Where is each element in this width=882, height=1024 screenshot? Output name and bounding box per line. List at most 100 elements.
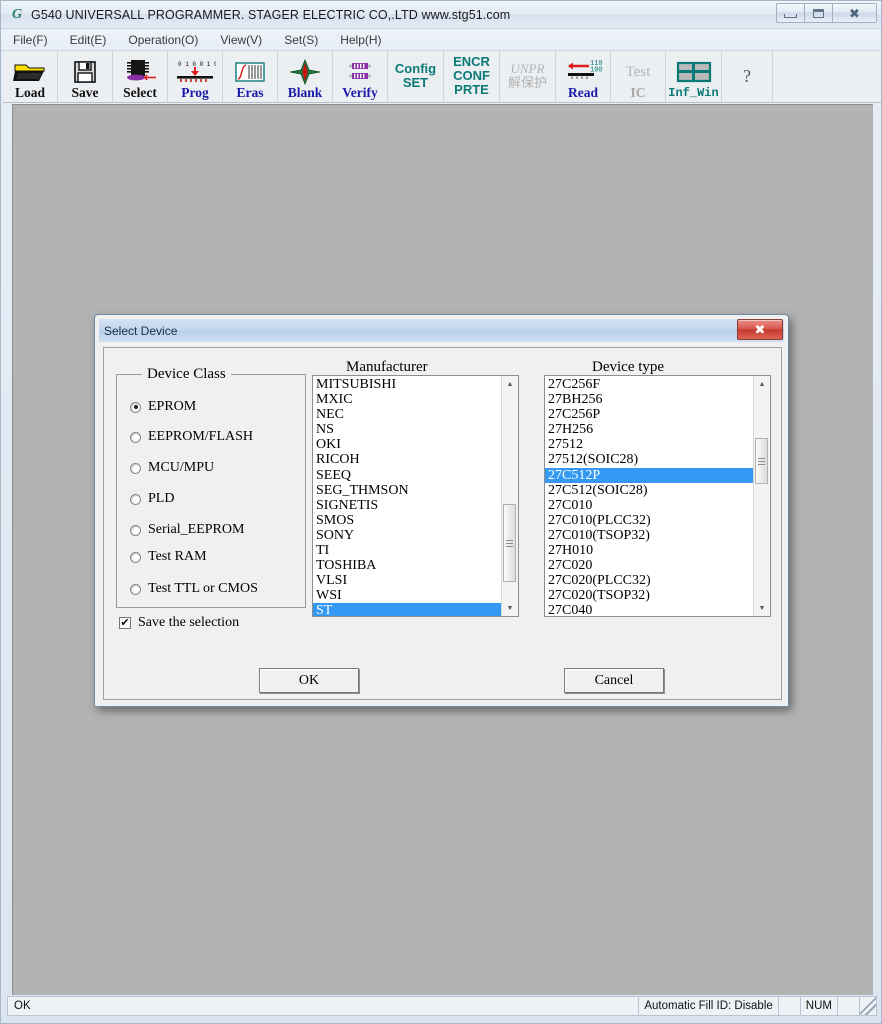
dialog-close-button[interactable]: ✖ xyxy=(737,319,783,340)
list-item[interactable]: 27C010 xyxy=(547,498,753,513)
list-item[interactable]: 27C512(SOIC28) xyxy=(547,483,753,498)
list-item[interactable]: 27H256 xyxy=(547,422,753,437)
list-item[interactable]: 27512 xyxy=(547,437,753,452)
toolbar-button-prog[interactable]: 0 1 0 0 1 0 Prog xyxy=(168,51,223,102)
manufacturer-listbox[interactable]: MITSUBISHI MXIC NEC NS OKI RICOH SEEQ SE… xyxy=(312,375,519,617)
radio-label-pld: PLD xyxy=(148,491,175,506)
resize-grip[interactable] xyxy=(859,997,876,1015)
toolbar-button-save[interactable]: Save xyxy=(58,51,113,102)
scroll-down-icon[interactable]: ▼ xyxy=(502,600,518,616)
list-item[interactable]: 27C020(PLCC32) xyxy=(547,573,753,588)
list-item[interactable]: 27C040 xyxy=(547,603,753,616)
dialog-body: Manufacturer Device type Device Class EP… xyxy=(103,347,782,700)
menu-bar: File(F) Edit(E) Operation(O) View(V) Set… xyxy=(1,29,881,51)
menu-item-operation[interactable]: Operation(O) xyxy=(128,31,208,49)
scroll-up-icon[interactable]: ▲ xyxy=(502,376,518,392)
list-item[interactable]: VLSI xyxy=(315,573,501,588)
toolbar-button-verify[interactable]: Verify xyxy=(333,51,388,102)
toolbar-button-inf-win[interactable]: Inf_Win xyxy=(666,51,722,102)
dialog-title-bar: Select Device ✖ xyxy=(99,319,784,342)
ok-button[interactable]: OK xyxy=(259,668,359,693)
toolbar-button-load[interactable]: Load xyxy=(3,51,58,102)
status-pane-spacer-1 xyxy=(777,997,800,1015)
cancel-button[interactable]: Cancel xyxy=(564,668,664,693)
close-button[interactable]: ✖ xyxy=(832,3,877,23)
list-item[interactable]: SIGNETIS xyxy=(315,498,501,513)
list-item[interactable]: TOSHIBA xyxy=(315,558,501,573)
maximize-icon xyxy=(813,8,824,18)
list-item[interactable]: 27C010(PLCC32) xyxy=(547,513,753,528)
radio-label-mcu-mpu: MCU/MPU xyxy=(148,460,215,475)
info-window-icon xyxy=(666,59,721,85)
radio-label-test-ttl-cmos: Test TTL or CMOS xyxy=(148,581,258,596)
toolbar-button-select[interactable]: Select xyxy=(113,51,168,102)
toolbar-button-encrypt[interactable]: ENCR CONF PRTE xyxy=(444,51,500,102)
list-item-selected[interactable]: ST xyxy=(313,603,501,616)
menu-item-help[interactable]: Help(H) xyxy=(340,31,391,49)
list-item[interactable]: TI xyxy=(315,543,501,558)
menu-item-edit[interactable]: Edit(E) xyxy=(70,31,117,49)
radio-label-eprom: EPROM xyxy=(148,399,197,414)
toolbar-button-help[interactable]: ? xyxy=(722,51,773,102)
list-item[interactable]: SEG_THMSON xyxy=(315,483,501,498)
save-selection-checkbox[interactable]: ✔ Save the selection xyxy=(119,615,239,631)
radio-icon-serial-eeprom xyxy=(130,524,141,536)
toolbar-label-unprotect-cn: 解保护 xyxy=(507,74,547,90)
application-window: G G540 UNIVERSALL PROGRAMMER. STAGER ELE… xyxy=(0,0,882,1024)
list-item[interactable]: 27BH256 xyxy=(547,392,753,407)
radio-icon-test-ram xyxy=(130,551,141,563)
list-item[interactable]: MXIC xyxy=(315,392,501,407)
list-item[interactable]: WSI xyxy=(315,588,501,603)
manufacturer-list-items: MITSUBISHI MXIC NEC NS OKI RICOH SEEQ SE… xyxy=(313,376,501,616)
toolbar-button-blank[interactable]: Blank xyxy=(278,51,333,102)
list-item[interactable]: NEC xyxy=(315,407,501,422)
device-type-listbox[interactable]: 27C256F 27BH256 27C256P 27H256 27512 275… xyxy=(544,375,771,617)
floppy-disk-icon xyxy=(58,59,112,85)
scrollbar-thumb[interactable] xyxy=(755,438,768,484)
list-item[interactable]: SEEQ xyxy=(315,468,501,483)
toolbar-button-read[interactable]: 110 100 Read xyxy=(556,51,611,102)
list-item[interactable]: 27C010(TSOP32) xyxy=(547,528,753,543)
toolbar-button-config-set[interactable]: Config SET xyxy=(388,51,444,102)
radio-pld[interactable]: PLD xyxy=(130,491,174,507)
radio-icon-eeprom-flash xyxy=(130,431,141,443)
list-item[interactable]: MITSUBISHI xyxy=(315,377,501,392)
toolbar-label-select: Select xyxy=(123,85,157,100)
menu-item-file[interactable]: File(F) xyxy=(13,31,58,49)
scrollbar-thumb[interactable] xyxy=(503,504,516,582)
scroll-down-icon[interactable]: ▼ xyxy=(754,600,770,616)
list-item-selected[interactable]: 27C512P xyxy=(545,467,753,483)
radio-test-ram[interactable]: Test RAM xyxy=(130,549,207,565)
toolbar-label-ic: IC xyxy=(630,85,646,100)
radio-mcu-mpu[interactable]: MCU/MPU xyxy=(130,460,214,476)
status-num-indicator: NUM xyxy=(799,997,837,1015)
minimize-button[interactable] xyxy=(776,3,805,23)
close-icon: ✖ xyxy=(849,5,860,21)
radio-test-ttl-cmos[interactable]: Test TTL or CMOS xyxy=(130,581,258,597)
list-item[interactable]: 27C256P xyxy=(547,407,753,422)
toolbar-label-conf: CONF xyxy=(453,67,490,83)
list-item[interactable]: NS xyxy=(315,422,501,437)
device-type-scrollbar[interactable]: ▲ ▼ xyxy=(753,376,770,616)
list-item[interactable]: SONY xyxy=(315,528,501,543)
radio-eprom[interactable]: EPROM xyxy=(130,399,196,415)
list-item[interactable]: 27C256F xyxy=(547,377,753,392)
close-icon: ✖ xyxy=(754,321,766,337)
list-item[interactable]: 27C020(TSOP32) xyxy=(547,588,753,603)
list-item[interactable]: 27512(SOIC28) xyxy=(547,452,753,467)
radio-serial-eeprom[interactable]: Serial_EEPROM xyxy=(130,522,244,538)
manufacturer-scrollbar[interactable]: ▲ ▼ xyxy=(501,376,518,616)
toolbar-button-eras[interactable]: Eras xyxy=(223,51,278,102)
scroll-up-icon[interactable]: ▲ xyxy=(754,376,770,392)
status-message: OK xyxy=(14,1000,31,1012)
maximize-button[interactable] xyxy=(804,3,833,23)
menu-item-set[interactable]: Set(S) xyxy=(284,31,328,49)
list-item[interactable]: OKI xyxy=(315,437,501,452)
list-item[interactable]: SMOS xyxy=(315,513,501,528)
list-item[interactable]: 27H010 xyxy=(547,543,753,558)
menu-item-view[interactable]: View(V) xyxy=(220,31,272,49)
toolbar-label-test: Test xyxy=(625,63,651,80)
list-item[interactable]: 27C020 xyxy=(547,558,753,573)
list-item[interactable]: RICOH xyxy=(315,452,501,467)
radio-eeprom-flash[interactable]: EEPROM/FLASH xyxy=(130,429,253,445)
